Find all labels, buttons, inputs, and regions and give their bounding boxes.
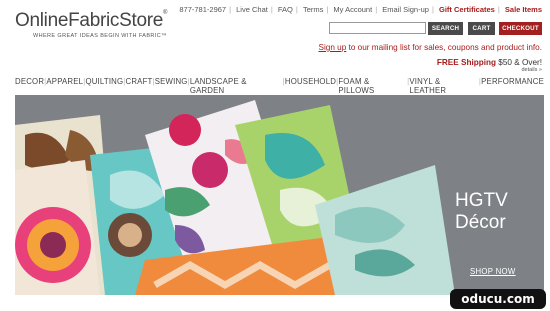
shop-now-link[interactable]: SHOP NOW [470,267,516,276]
signup-text: to our mailing list for sales, coupons a… [346,43,542,52]
signup-link[interactable]: Sign up [319,43,347,52]
phone-number: 877-781-2967 [179,5,227,14]
checkout-button[interactable]: CHECKOUT [499,22,542,35]
nav-item-decor[interactable]: DECOR [15,77,44,95]
nav-item-vinyl-leather[interactable]: VINYL & LEATHER [409,77,479,95]
search-input[interactable] [329,22,426,34]
nav-item-household[interactable]: HOUSEHOLD [285,77,336,95]
site-logo[interactable]: OnlineFabricStore® WHERE GREAT IDEAS BEG… [15,10,167,39]
nav-item-performance[interactable]: PERFORMANCE [481,77,544,95]
my-account-link[interactable]: My Account [333,5,372,14]
faq-link[interactable]: FAQ [278,5,293,14]
watermark-badge: oducu.com [450,289,546,309]
mailing-list-promo: Sign up to our mailing list for sales, c… [319,43,542,52]
logo-wordmark: OnlineFabricStore® [15,10,168,31]
nav-item-quilting[interactable]: QUILTING [85,77,123,95]
shipping-details-link[interactable]: details » [522,67,543,73]
live-chat-link[interactable]: Live Chat [236,5,268,14]
search-button[interactable]: SEARCH [428,22,463,35]
hero-banner[interactable]: HGTV Décor SHOP NOW [15,95,544,295]
hero-title: HGTV Décor [455,190,508,233]
cart-button[interactable]: CART [468,22,495,35]
sale-items-link[interactable]: Sale Items [505,5,542,14]
free-shipping-label: FREE Shipping [436,58,497,67]
terms-link[interactable]: Terms [303,5,323,14]
nav-item-foam-pillows[interactable]: FOAM & PILLOWS [338,77,407,95]
nav-item-apparel[interactable]: APPAREL [46,77,83,95]
free-shipping-threshold: $50 & Over! [496,58,542,67]
category-nav: DECOR | APPAREL | QUILTING | CRAFT | SEWING |… [15,77,544,95]
email-signup-link[interactable]: Email Sign-up [382,5,429,14]
utility-links: 877-781-2967 | Live Chat | FAQ | Terms | My … [179,5,542,14]
logo-tagline: WHERE GREAT IDEAS BEGIN WITH FABRIC™ [33,33,167,39]
gift-certificates-link[interactable]: Gift Certificates [439,5,495,14]
free-shipping-promo: FREE Shipping $50 & Over! [437,58,542,67]
nav-item-craft[interactable]: CRAFT [126,77,153,95]
nav-item-landscape-garden[interactable]: LANDSCAPE & GARDEN [190,77,283,95]
nav-item-sewing[interactable]: SEWING [155,77,188,95]
